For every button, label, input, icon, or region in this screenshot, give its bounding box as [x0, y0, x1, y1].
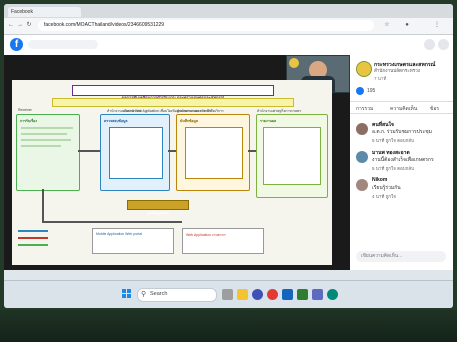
tab-bar: Facebook [4, 4, 453, 18]
word-icon[interactable] [282, 289, 293, 300]
back-icon[interactable]: ← [8, 22, 14, 28]
facebook-logo-icon[interactable]: f [10, 38, 23, 51]
task-view-icon[interactable] [222, 289, 233, 300]
arrow-line [168, 150, 176, 152]
slide-box-record: บันทึกข้อมูล [176, 114, 250, 191]
comment-meta[interactable]: 5 นาที ถูกใจ ตอบกลับ [372, 137, 414, 144]
comment-text: เรียนรู้ร่วมกัน [372, 185, 401, 191]
arrow-line [42, 221, 182, 223]
arrow-line [78, 150, 100, 152]
legend-line-blue [18, 230, 48, 232]
url-input[interactable]: facebook.com/MOACThailand/videos/2346609… [38, 20, 374, 31]
slide-subtitle-box: นโยบาย Web Application เชื่อมโยงข้อมูลเก… [52, 98, 294, 113]
reload-icon[interactable]: ↻ [26, 22, 32, 28]
central-db-bar: ฐานข้อมูลกลาง [127, 200, 189, 215]
forward-icon[interactable]: → [17, 22, 23, 28]
tab-comments[interactable]: ความคิดเห็น [390, 105, 417, 113]
inner-panel [263, 127, 321, 185]
menu-icon[interactable]: ⋮ [434, 22, 440, 28]
tab-other[interactable]: ข้อร [430, 105, 439, 113]
legend-line-green [18, 244, 48, 246]
comment-author[interactable]: Nikom [372, 177, 387, 183]
avatar[interactable] [356, 123, 368, 135]
text-line [21, 133, 67, 135]
like-reaction-icon [356, 87, 364, 95]
post-time: 7 นาที [374, 76, 387, 81]
divider [350, 113, 453, 114]
video-player[interactable]: ผลการขับเคลื่อนการดำเนินงาน กระทรวงเกษตร… [4, 55, 350, 270]
comment-input[interactable]: เขียนความคิดเห็น... [356, 251, 446, 262]
text-line [21, 127, 73, 129]
central-db-label: ฐานข้อมูลกลาง [147, 211, 169, 215]
page-subname: สำนักงานปลัดกระทรวง [374, 68, 421, 73]
slide-box-report: รายงานผล [256, 114, 328, 198]
chrome-icon[interactable] [267, 289, 278, 300]
file-explorer-icon[interactable] [237, 289, 248, 300]
tab-all[interactable]: การรวม [356, 105, 373, 113]
avatar[interactable] [356, 179, 368, 191]
page-avatar[interactable] [356, 61, 372, 77]
col-header-0: Receiver [18, 108, 32, 112]
box-title-0: การรับเรื่อง [20, 119, 37, 123]
box-title-3: รายงานผล [260, 119, 277, 123]
comment-meta[interactable]: 5 นาที ถูกใจ ตอบกลับ [372, 165, 414, 172]
slide-box-check: ตรวจสอบข้อมูล [100, 114, 170, 191]
search-label: Search [150, 291, 168, 297]
box-title-1: ตรวจสอบข้อมูล [104, 119, 128, 123]
comment-meta[interactable]: 4 นาที ถูกใจ [372, 193, 396, 200]
video-sidebar: กระทรวงเกษตรและสหกรณ์ สำนักงานปลัดกระทรว… [350, 55, 453, 270]
slide-box-receive: การรับเรื่อง [16, 114, 80, 191]
browser-tab[interactable]: Facebook [8, 7, 81, 17]
footer-right-label: Web Application เกษตรกร [186, 233, 226, 237]
slide-footer-left: Mobile Application Web portal [92, 228, 174, 254]
teams-icon[interactable] [312, 289, 323, 300]
box-title-2: บันทึกข้อมูล [180, 119, 198, 123]
search-icon: ⚲ [141, 291, 147, 298]
inner-panel [109, 127, 163, 179]
address-bar-row: ← → ↻ facebook.com/MOACThailand/videos/2… [4, 18, 453, 35]
facebook-search[interactable] [28, 40, 98, 49]
app-icon[interactable] [327, 289, 338, 300]
avatar[interactable] [356, 151, 368, 163]
text-line [21, 139, 71, 141]
edge-icon[interactable] [252, 289, 263, 300]
grid-icon[interactable] [424, 39, 435, 50]
star-icon[interactable]: ☆ [384, 22, 390, 28]
comment-text: งานนี้ต้องสำเร็จเพื่อเกษตรกร [372, 157, 434, 163]
windows-taskbar: ⚲ Search [4, 280, 453, 308]
arrow-line [42, 189, 44, 221]
footer-left-label: Mobile Application Web portal [96, 232, 143, 236]
arrow-line [248, 150, 256, 152]
slide-footer-right: Web Application เกษตรกร [182, 228, 264, 254]
tab-label: Facebook [11, 9, 33, 15]
text-line [21, 145, 61, 147]
browser-window: Facebook ← → ↻ facebook.com/MOACThailand… [4, 4, 453, 308]
messenger-icon[interactable] [438, 39, 449, 50]
windows-start-icon[interactable] [122, 289, 132, 299]
taskbar-search[interactable]: ⚲ Search [137, 288, 217, 302]
slide-title-box: ผลการขับเคลื่อนการดำเนินงาน กระทรวงเกษตร… [72, 85, 274, 100]
inner-panel [185, 127, 243, 179]
comment-text: อ.ต.ก. ร่วมรับชมการประชุม [372, 129, 432, 135]
presentation-slide: ผลการขับเคลื่อนการดำเนินงาน กระทรวงเกษตร… [12, 80, 332, 265]
reaction-count[interactable]: 195 [367, 88, 375, 94]
ministry-logo-icon [289, 58, 299, 68]
comment-input-placeholder: เขียนความคิดเห็น... [361, 254, 403, 259]
divider [350, 101, 453, 102]
facebook-header: f [4, 35, 453, 55]
extensions-icon[interactable]: ● [404, 22, 410, 28]
legend-line-red [18, 237, 48, 239]
excel-icon[interactable] [297, 289, 308, 300]
monitor-bezel [0, 310, 457, 342]
